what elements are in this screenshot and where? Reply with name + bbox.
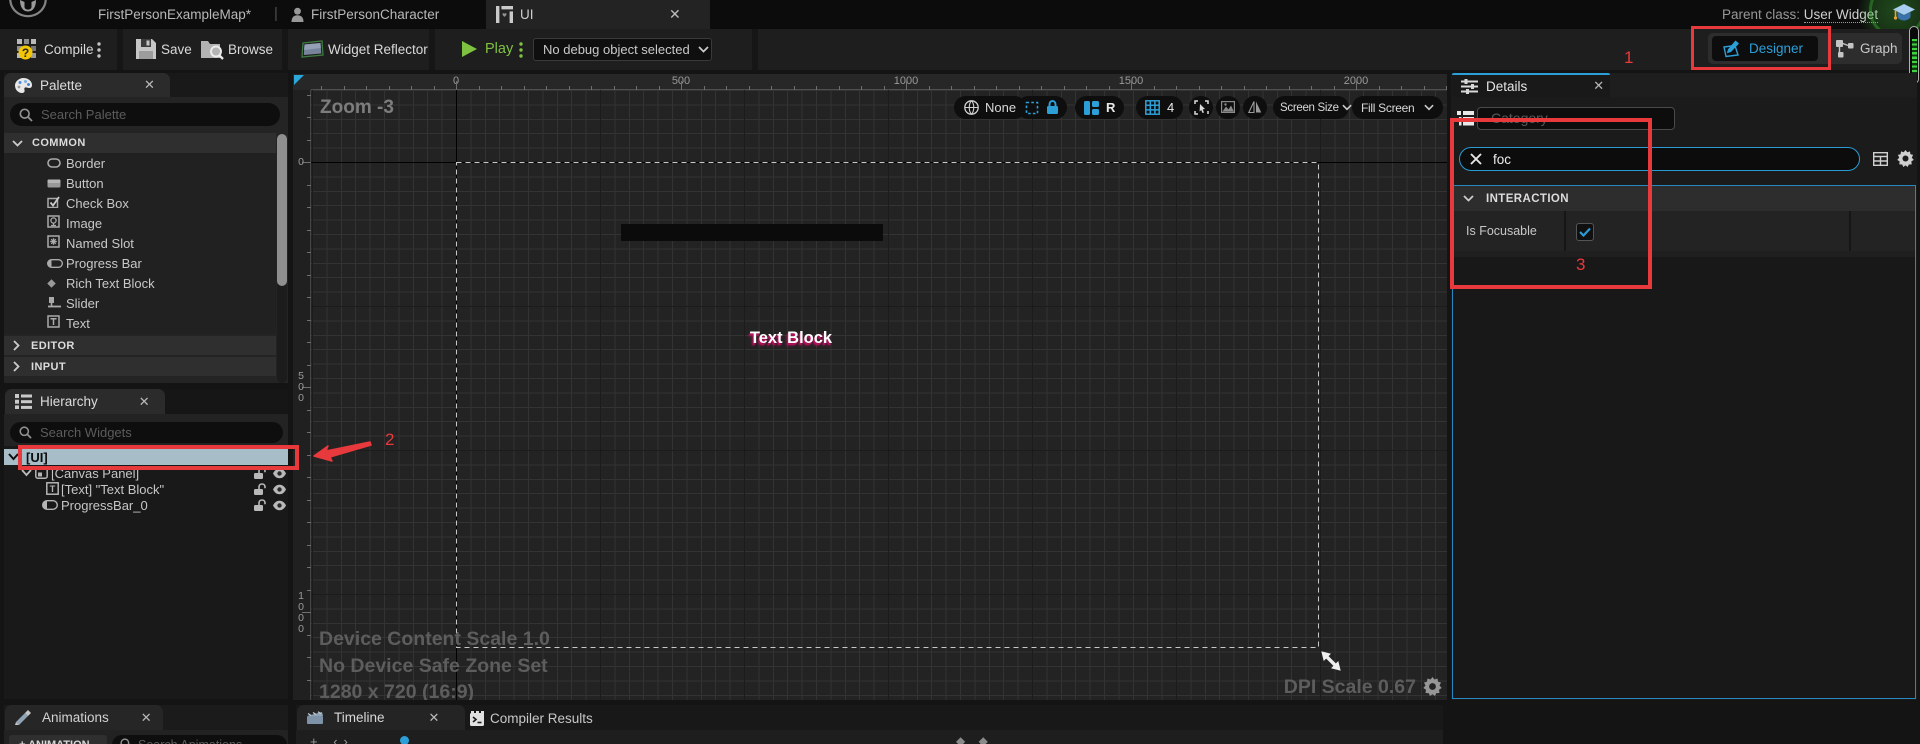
svg-text:T: T xyxy=(50,484,56,494)
svg-text:?: ? xyxy=(22,46,29,60)
